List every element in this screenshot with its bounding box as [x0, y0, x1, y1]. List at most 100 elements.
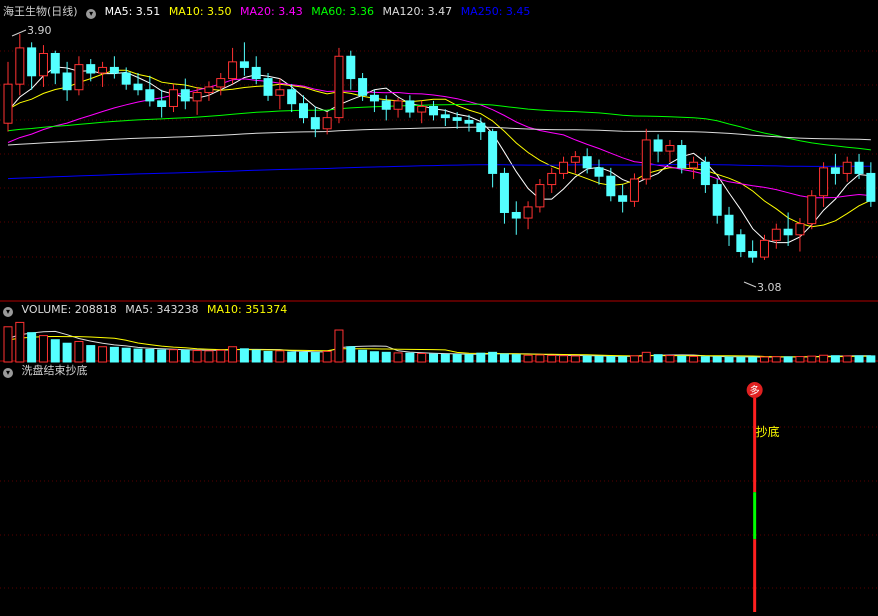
volume-bar: [310, 352, 320, 363]
down-candle: [86, 64, 96, 74]
volume-bar: [582, 355, 592, 363]
ma120-label: MA120: 3.47: [382, 5, 453, 18]
up-candle: [74, 64, 84, 91]
down-candle: [476, 122, 486, 133]
down-candle: [618, 195, 628, 202]
volume-bar: [689, 355, 699, 363]
up-candle: [334, 55, 344, 119]
volume-bar: [783, 356, 793, 363]
volume-bar: [606, 356, 616, 363]
volume-bar: [866, 355, 876, 363]
volume-bar: [192, 350, 202, 363]
up-candle: [665, 145, 675, 152]
volume-label: VOLUME: 208818: [21, 303, 117, 316]
volume-bar: [27, 332, 37, 363]
volume-bar: [665, 355, 675, 363]
up-candle: [795, 223, 805, 236]
volume-bar: [807, 355, 817, 363]
up-candle: [641, 139, 651, 180]
volume-bar: [440, 353, 450, 363]
down-candle: [251, 66, 261, 80]
up-candle: [559, 161, 569, 174]
volume-bar: [618, 356, 628, 363]
volume-bar: [216, 349, 226, 363]
down-candle: [724, 214, 734, 236]
volume-legend: ▾ VOLUME: 208818 MA5: 343238 MA10: 35137…: [0, 303, 292, 317]
ma10-line: [7, 69, 872, 228]
ma20-label: MA20: 3.43: [240, 5, 303, 18]
up-candle: [842, 161, 852, 174]
up-candle: [535, 184, 545, 208]
up-candle: [547, 172, 557, 186]
volume-bar: [748, 356, 758, 363]
volume-bar: [405, 352, 415, 363]
buy-signal: 多抄底: [746, 382, 780, 612]
down-candle: [157, 100, 167, 107]
down-candle: [511, 211, 521, 219]
down-candle: [263, 78, 273, 96]
up-candle: [228, 61, 238, 80]
down-candle: [499, 172, 509, 213]
price-panel-toggle-icon[interactable]: ▾: [86, 9, 97, 19]
ma250-line: [7, 164, 871, 180]
ma10-label: MA10: 3.50: [168, 5, 232, 18]
volume-bar: [511, 354, 521, 363]
volume-bar: [795, 356, 805, 363]
up-candle: [3, 83, 13, 124]
volume-bar: [523, 354, 533, 363]
volume-bar: [15, 321, 25, 363]
high-price-pointer: [11, 29, 27, 37]
volume-bar: [736, 356, 746, 363]
up-candle: [275, 89, 285, 96]
indicator-panel-toggle-icon[interactable]: ▾: [3, 368, 13, 378]
down-candle: [180, 89, 190, 102]
low-price-label: 3.08: [757, 281, 782, 294]
signal-label: 抄底: [756, 424, 780, 439]
volume-bar: [86, 345, 96, 363]
down-candle: [133, 83, 143, 91]
volume-bar: [771, 356, 781, 363]
stock-name: 海王生物(日线): [3, 5, 78, 18]
down-candle: [310, 117, 320, 130]
volume-bar: [334, 329, 344, 363]
volume-bar: [3, 326, 13, 363]
volume-bar: [499, 353, 509, 363]
signal-marker-text: 多: [750, 384, 760, 397]
volume-bar: [724, 356, 734, 363]
volume-bar: [476, 352, 486, 363]
volume-bar: [677, 355, 687, 363]
down-candle: [121, 72, 131, 85]
volume-bar: [239, 348, 249, 363]
up-candle: [393, 100, 403, 110]
volume-bar: [830, 355, 840, 363]
volume-bar: [559, 355, 569, 363]
down-candle: [346, 55, 356, 80]
up-candle: [98, 66, 108, 74]
up-candle: [38, 52, 48, 77]
volume-bar: [145, 348, 155, 363]
volume-bar: [263, 350, 273, 363]
volume-bar: [547, 354, 557, 363]
down-candle: [239, 61, 249, 68]
up-candle: [759, 239, 769, 258]
volume-bar: [369, 351, 379, 363]
ma60-line: [7, 103, 871, 151]
volume-ma10-label: MA10: 351374: [206, 303, 288, 316]
down-candle: [145, 89, 155, 102]
volume-bar: [854, 355, 864, 363]
ma60-label: MA60: 3.36: [311, 5, 374, 18]
down-candle: [429, 105, 439, 116]
volume-bar: [50, 339, 60, 363]
volume-bar: [358, 349, 368, 363]
grid-lines: [0, 50, 878, 589]
volume-panel-toggle-icon[interactable]: ▾: [3, 307, 13, 317]
ma5-label: MA5: 3.51: [104, 5, 161, 18]
down-candle: [748, 251, 758, 258]
volume-bar: [275, 350, 285, 363]
price-legend: 海王生物(日线) ▾ MA5: 3.51 MA10: 3.50 MA20: 3.…: [0, 5, 535, 19]
volume-bar: [535, 354, 545, 363]
candlesticks: [3, 33, 876, 263]
down-candle: [653, 139, 663, 152]
volume-bar: [464, 354, 474, 363]
down-candle: [606, 175, 616, 197]
